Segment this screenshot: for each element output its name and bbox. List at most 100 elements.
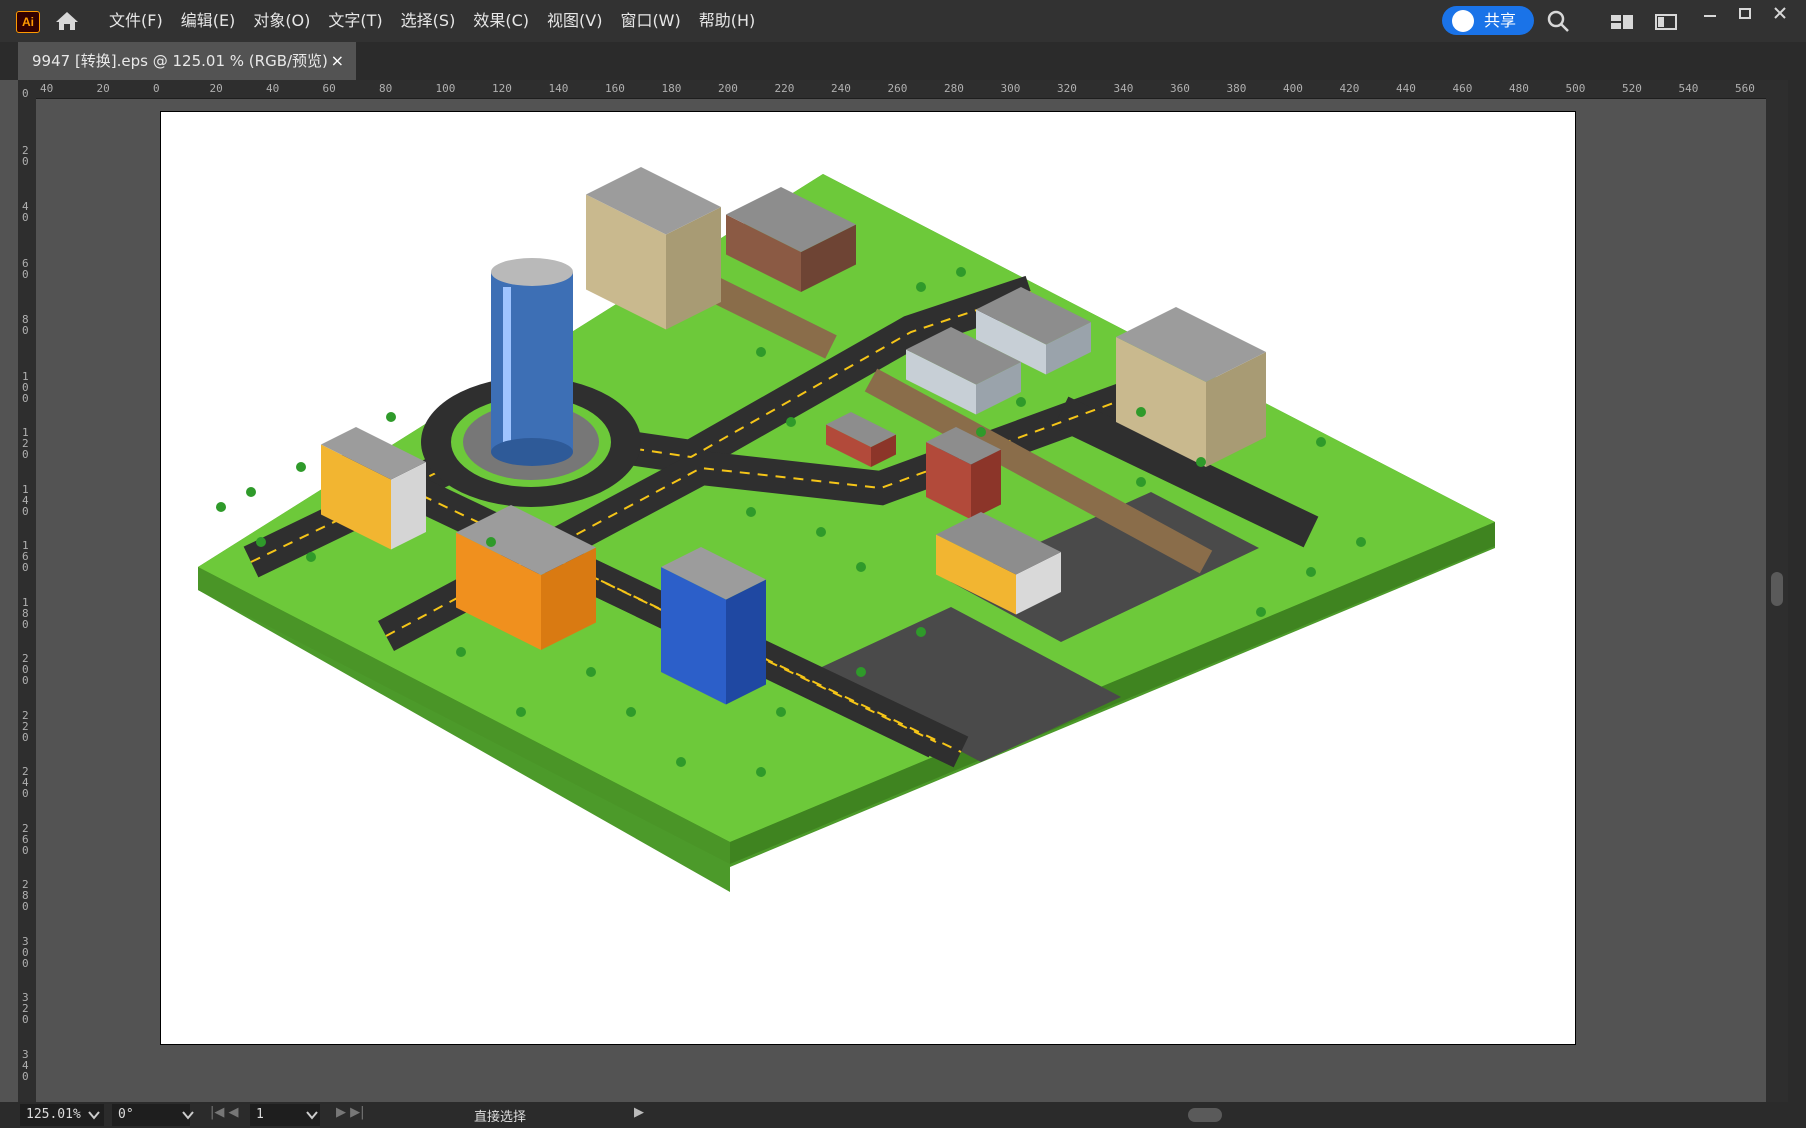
ruler-tick-label: 160 [605,82,625,95]
main-menu: 文件(F) 编辑(E) 对象(O) 文字(T) 选择(S) 效果(C) 视图(V) 窗口(W)… [100,0,764,42]
vertical-scroll-thumb[interactable] [1771,572,1783,606]
document-tab[interactable]: 9947 [转换].eps @ 125.01 % (RGB/预览) × [18,42,356,80]
layout-icon[interactable] [1610,13,1634,31]
ruler-tick-label: 440 [1396,82,1416,95]
ruler-tick-label: 180 [661,82,682,95]
tree [1356,537,1366,547]
tree [1196,457,1206,467]
app-logo: Ai [16,11,40,33]
menu-item[interactable]: 效果(C) [464,0,538,42]
tree [1316,437,1326,447]
tree [1016,397,1026,407]
ruler-tick-label: 460 [1452,82,1473,95]
tree [816,527,826,537]
share-label: 共享 [1484,11,1517,30]
ruler-tick-label: 0 [153,82,160,95]
close-window-icon[interactable] [1768,4,1792,24]
minimize-icon[interactable] [1698,4,1722,24]
isometric-city-illustration[interactable] [161,112,1575,1044]
home-icon[interactable] [54,10,80,32]
ruler-tick-label: 400 [1283,82,1303,95]
play-icon[interactable]: ▶ [634,1105,644,1120]
menu-item[interactable]: 文字(T) [319,0,391,42]
ruler-tick-label: 160 [22,539,29,574]
tree [1136,477,1146,487]
status-bar: 125.01% 0° |◀ ◀ 1 ▶ ▶| 直接选择 ▶ [0,1102,1806,1128]
tree [516,707,526,717]
tree [786,417,796,427]
tree [916,282,926,292]
first-artboard-icon[interactable]: |◀ ◀ [210,1105,239,1120]
document-tab-title: 9947 [转换].eps @ 125.01 % (RGB/预览) [32,52,328,70]
menu-item[interactable]: 视图(V) [538,0,611,42]
ruler-tick-label: 60 [22,256,29,281]
ruler-tick-label: 300 [1000,82,1021,95]
ruler-tick-label: 340 [22,1047,29,1083]
search-icon[interactable] [1546,9,1570,33]
tree [486,537,496,547]
ruler-tick-label: 220 [22,708,29,744]
canvas[interactable] [36,99,1766,1102]
vertical-scrollbar[interactable] [1766,80,1788,1102]
artboard[interactable] [160,111,1576,1045]
user-add-icon [1452,10,1474,32]
share-button[interactable]: 共享 [1442,6,1534,35]
building-face [726,579,766,705]
ruler-tick-label: 280 [944,82,964,95]
ruler-tick-label: 340 [1113,82,1134,95]
current-tool: 直接选择 [474,1110,527,1125]
ruler-tick-label: 500 [1565,82,1586,95]
tree [456,647,466,657]
last-artboard-icon[interactable]: ▶ ▶| [336,1105,365,1120]
horizontal-scrollbar[interactable] [648,1106,1758,1124]
menu-item[interactable]: 选择(S) [392,0,465,42]
document-tab-bar: 9947 [转换].eps @ 125.01 % (RGB/预览) × [0,42,1806,80]
ruler-tick-label: 360 [1170,82,1190,95]
menu-item[interactable]: 文件(F) [100,0,172,42]
chevron-down-icon[interactable] [306,1110,318,1120]
ruler-tick-label: 260 [22,821,29,857]
tree [1306,567,1316,577]
rotate-field[interactable]: 0° [112,1104,190,1126]
tree [676,757,686,767]
tab-close-icon[interactable]: × [331,42,344,80]
ruler-tick-label: 380 [1226,82,1247,95]
tree [626,707,636,717]
vertical-ruler[interactable]: 0 20 40 60 80 100 120 140 160 180 200 220 240 260 280 3… [18,88,37,1102]
ruler-tick-label: 300 [22,934,29,970]
ruler-tick-label: 100 [435,82,456,95]
ruler-tick-label: 140 [22,482,29,518]
tree [306,552,316,562]
ruler-tick-label: 240 [831,82,851,95]
ruler-tick-label: 540 [1678,82,1699,95]
horizontal-scroll-thumb[interactable] [1188,1108,1222,1122]
tree [746,507,756,517]
ruler-tick-label: 220 [774,82,795,95]
horizontal-ruler[interactable]: 40 20 0 20 40 60 80 100 120 140 160 180 200 220 240 260… [18,80,1766,99]
menu-item[interactable]: 编辑(E) [172,0,245,42]
ruler-tick-label: 120 [22,426,29,461]
tree [246,487,256,497]
menu-item[interactable]: 帮助(H) [690,0,765,42]
maximize-icon[interactable] [1733,4,1757,24]
tree [916,627,926,637]
ruler-tick-label: 80 [22,313,29,337]
menu-item[interactable]: 窗口(W) [611,0,689,42]
right-edge [1788,42,1806,1128]
ruler-tick-label: 20 [22,143,29,168]
tree [976,427,986,437]
ruler-tick-label: 260 [887,82,908,95]
chevron-down-icon[interactable] [88,1110,100,1120]
panel-icon[interactable] [1655,13,1677,31]
chevron-down-icon[interactable] [182,1110,194,1120]
ruler-tick-label: 60 [322,82,336,95]
tree [856,562,866,572]
ruler-tick-label: 0 [22,87,29,100]
ruler-tick-label: 40 [22,200,29,224]
menu-item[interactable]: 对象(O) [244,0,319,42]
ruler-tick-label: 240 [22,765,29,800]
ruler-tick-label: 100 [22,369,29,405]
tree [586,667,596,677]
ruler-tick-label: 200 [718,82,738,95]
tree [1136,407,1146,417]
